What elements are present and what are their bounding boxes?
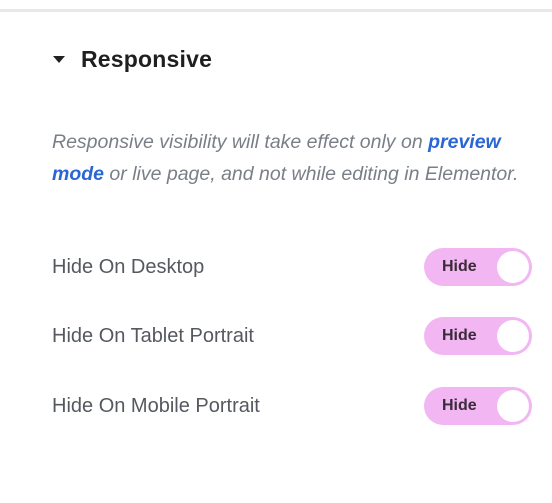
toggle-label: Hide [442,327,477,344]
toggle-label: Hide [442,397,477,414]
responsive-panel: Responsive Responsive visibility will ta… [0,12,552,503]
description-text-after: or live page, and not while editing in E… [104,163,519,185]
section-header-responsive[interactable]: Responsive [50,44,212,74]
toggle-knob [497,251,529,283]
caret-down-icon[interactable] [53,55,65,63]
row-hide-on-mobile-portrait: Hide On Mobile Portrait Hide [52,387,532,425]
hide-on-tablet-portrait-toggle[interactable]: Hide [424,317,532,355]
hide-on-tablet-portrait-label: Hide On Tablet Portrait [52,324,254,347]
hide-on-mobile-portrait-toggle[interactable]: Hide [424,387,532,425]
row-hide-on-tablet-portrait: Hide On Tablet Portrait Hide [52,317,532,355]
toggle-label: Hide [442,258,477,275]
row-hide-on-desktop: Hide On Desktop Hide [52,248,532,286]
section-title: Responsive [81,45,213,72]
toggle-knob [497,390,529,422]
hide-on-mobile-portrait-label: Hide On Mobile Portrait [52,394,260,417]
hide-on-desktop-toggle[interactable]: Hide [424,248,532,286]
toggle-knob [497,320,529,352]
responsive-description: Responsive visibility will take effect o… [52,126,532,190]
description-text-before: Responsive visibility will take effect o… [52,131,429,153]
hide-on-desktop-label: Hide On Desktop [52,255,205,278]
